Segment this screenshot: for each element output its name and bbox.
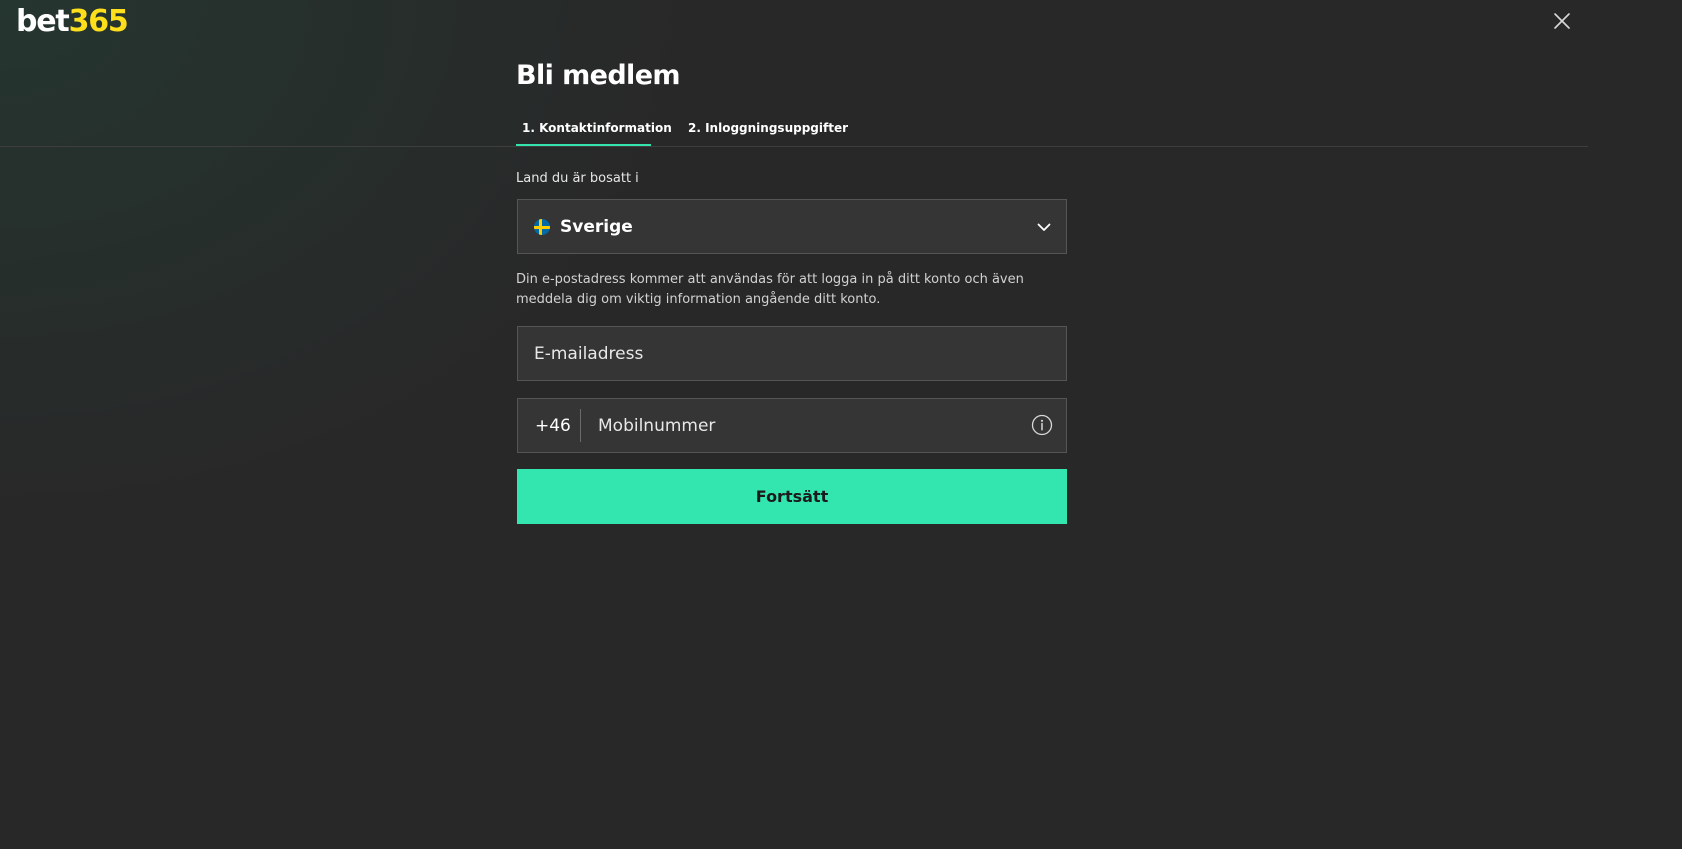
- info-icon[interactable]: [1031, 414, 1053, 436]
- logo-brand-text: bet: [16, 4, 70, 39]
- country-select[interactable]: Sverige: [517, 199, 1067, 254]
- phone-number-field[interactable]: [598, 399, 1008, 452]
- country-selected-value: Sverige: [560, 217, 633, 237]
- page-title: Bli medlem: [516, 60, 681, 91]
- close-button[interactable]: [1550, 9, 1574, 33]
- signup-page: bet365 Bli medlem 1. Kontaktinformation …: [0, 0, 1682, 849]
- bet365-logo[interactable]: bet365: [16, 4, 129, 40]
- tab-contact-information[interactable]: 1. Kontaktinformation: [516, 118, 672, 146]
- tabs-divider: [0, 146, 1588, 147]
- logo-number-text: 365: [68, 4, 129, 39]
- email-field-container: [517, 326, 1067, 381]
- country-label: Land du är bosatt i: [516, 171, 639, 186]
- tab-login-details[interactable]: 2. Inloggningsuppgifter: [688, 118, 848, 146]
- phone-prefix-divider: [580, 409, 581, 442]
- chevron-down-icon: [1037, 223, 1051, 231]
- continue-button[interactable]: Fortsätt: [517, 469, 1067, 524]
- phone-field-container: +46: [517, 398, 1067, 453]
- sweden-flag-icon: [534, 219, 550, 235]
- phone-country-code[interactable]: +46: [535, 414, 571, 438]
- close-icon: [1554, 13, 1570, 29]
- email-info-text: Din e-postadress kommer att användas för…: [516, 272, 1024, 307]
- email-field[interactable]: [534, 327, 1050, 380]
